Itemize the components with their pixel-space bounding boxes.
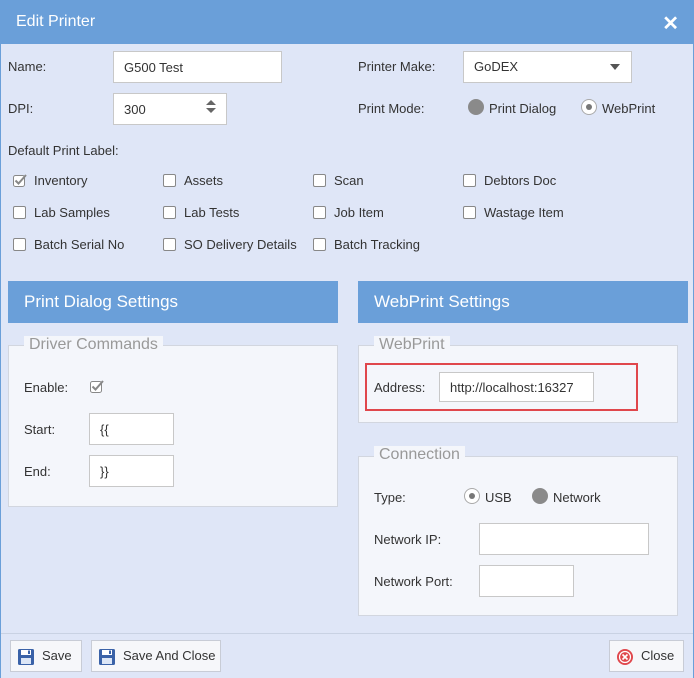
close-icon[interactable]: ✕	[662, 11, 679, 36]
label-scan: Scan	[334, 173, 364, 188]
start-label: Start:	[24, 422, 56, 437]
checkbox-lab-tests[interactable]	[163, 206, 176, 219]
save-button-label: Save	[42, 648, 72, 663]
label-debtors-doc: Debtors Doc	[484, 173, 557, 188]
printer-make-select[interactable]: GoDEX	[463, 51, 632, 83]
label-so-delivery-details: SO Delivery Details	[184, 237, 297, 252]
label-assets: Assets	[184, 173, 224, 188]
title-bar: Edit Printer ✕	[1, 1, 693, 44]
enable-checkbox[interactable]	[89, 378, 105, 394]
label-batch-tracking: Batch Tracking	[334, 237, 420, 252]
default-print-label-heading: Default Print Label:	[8, 143, 119, 158]
end-label: End:	[24, 464, 51, 479]
type-label: Type:	[374, 490, 406, 505]
type-network-radio[interactable]	[532, 488, 548, 504]
checkbox-scan[interactable]	[313, 174, 326, 187]
print-mode-webprint-label: WebPrint	[602, 101, 656, 116]
checkbox-debtors-doc[interactable]	[463, 174, 476, 187]
check-icon	[90, 380, 104, 393]
dpi-label: DPI:	[8, 101, 34, 116]
label-lab-samples: Lab Samples	[34, 205, 110, 220]
checkbox-lab-samples[interactable]	[13, 206, 26, 219]
connection-legend: Connection	[374, 446, 465, 464]
address-label: Address:	[374, 380, 426, 395]
save-button[interactable]: Save	[10, 640, 82, 672]
print-dialog-settings-header: Print Dialog Settings	[8, 281, 338, 323]
save-and-close-button-label: Save And Close	[123, 648, 216, 663]
label-inventory: Inventory	[34, 173, 88, 188]
network-port-input[interactable]	[479, 565, 574, 597]
dialog-footer: Save Save And Close Close	[1, 633, 693, 678]
print-mode-webprint-radio[interactable]	[581, 99, 597, 115]
dialog-title: Edit Printer	[16, 13, 96, 30]
checkbox-batch-tracking[interactable]	[313, 238, 326, 251]
checkbox-inventory[interactable]	[12, 172, 28, 188]
label-lab-tests: Lab Tests	[184, 205, 240, 220]
checkbox-job-item[interactable]	[313, 206, 326, 219]
webprint-legend: WebPrint	[374, 336, 450, 354]
print-mode-print-dialog-radio[interactable]	[468, 99, 484, 115]
checkbox-so-delivery-details[interactable]	[163, 238, 176, 251]
close-button[interactable]: Close	[609, 640, 684, 672]
network-ip-input[interactable]	[479, 523, 649, 555]
checkbox-assets[interactable]	[163, 174, 176, 187]
printer-make-value: GoDEX	[474, 59, 519, 74]
print-mode-label: Print Mode:	[358, 101, 425, 116]
edit-printer-dialog: Edit Printer ✕ Name: Printer Make: GoDEX…	[0, 0, 694, 678]
print-mode-print-dialog-label: Print Dialog	[489, 101, 557, 116]
close-button-label: Close	[641, 648, 675, 663]
checkbox-batch-serial-no[interactable]	[13, 238, 26, 251]
network-ip-label: Network IP:	[374, 532, 442, 547]
address-input[interactable]	[439, 372, 594, 402]
webprint-settings-header: WebPrint Settings	[358, 281, 688, 323]
driver-commands-legend: Driver Commands	[24, 336, 163, 354]
check-icon	[13, 174, 27, 187]
name-label: Name:	[8, 59, 47, 74]
type-usb-label: USB	[485, 490, 512, 505]
end-input[interactable]	[89, 455, 174, 487]
name-input[interactable]	[113, 51, 282, 83]
type-usb-radio[interactable]	[464, 488, 480, 504]
floppy-disk-icon	[18, 649, 34, 665]
cancel-icon	[617, 649, 633, 665]
enable-label: Enable:	[24, 380, 69, 395]
network-port-label: Network Port:	[374, 574, 453, 589]
label-job-item: Job Item	[334, 205, 384, 220]
chevron-down-icon[interactable]	[610, 64, 620, 70]
spinner-icon[interactable]	[206, 100, 216, 113]
save-and-close-button[interactable]: Save And Close	[91, 640, 221, 672]
start-input[interactable]	[89, 413, 174, 445]
label-wastage-item: Wastage Item	[484, 205, 564, 220]
type-network-label: Network	[553, 490, 601, 505]
label-batch-serial-no: Batch Serial No	[34, 237, 125, 252]
printer-make-label: Printer Make:	[358, 59, 436, 74]
checkbox-wastage-item[interactable]	[463, 206, 476, 219]
floppy-disk-icon	[99, 649, 115, 665]
